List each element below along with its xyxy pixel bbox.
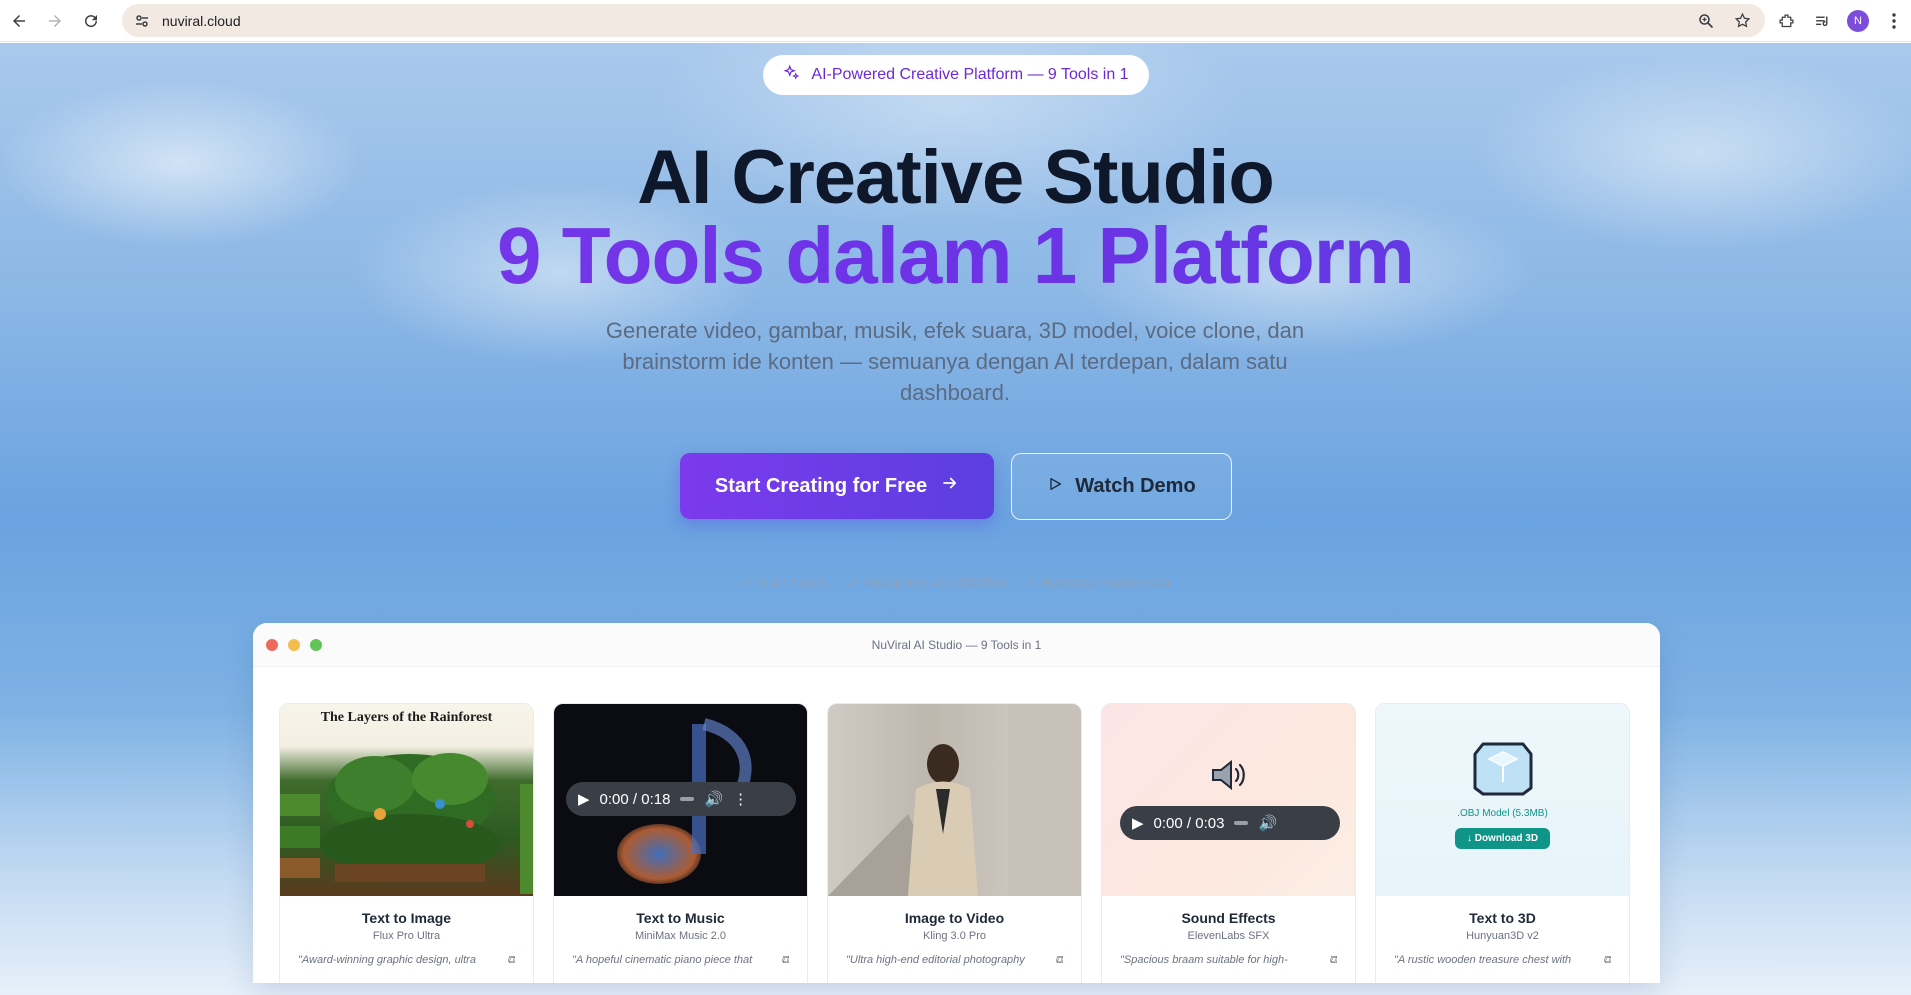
tool-cards: The Layers of the Rainforest Text to Ima… — [279, 703, 1630, 983]
studio-window: NuViral AI Studio — 9 Tools in 1 The Lay… — [253, 623, 1660, 983]
sfx-thumbnail: ▶ 0:00 / 0:03 🔊 — [1102, 704, 1355, 896]
copy-icon[interactable]: ⧉ — [1055, 954, 1063, 967]
audio-time: 0:00 / 0:18 — [599, 790, 671, 808]
watch-demo-button[interactable]: Watch Demo — [1011, 453, 1232, 520]
reload-button[interactable] — [74, 4, 108, 38]
3d-thumbnail: .OBJ Model (5.3MB) ↓ Download 3D — [1376, 704, 1629, 896]
tool-card-text-to-3d[interactable]: .OBJ Model (5.3MB) ↓ Download 3D Text to… — [1375, 703, 1630, 983]
download-3d-button[interactable]: ↓ Download 3D — [1454, 828, 1551, 849]
card-title: Text to 3D — [1469, 910, 1536, 926]
extensions-icon[interactable] — [1775, 10, 1797, 32]
card-model: Flux Pro Ultra — [372, 930, 441, 942]
address-bar[interactable]: nuviral.cloud — [122, 4, 1765, 37]
volume-icon[interactable]: 🔊 — [1258, 814, 1277, 832]
watch-demo-label: Watch Demo — [1075, 475, 1196, 497]
media-control-icon[interactable] — [1811, 10, 1833, 32]
3d-file-label: .OBJ Model (5.3MB) — [1457, 808, 1548, 819]
cube-icon — [1473, 740, 1533, 801]
audio-time: 0:00 / 0:03 — [1153, 814, 1225, 832]
url-text[interactable]: nuviral.cloud — [162, 13, 241, 29]
card-prompt: "Spacious braam suitable for high- ⧉ — [1120, 954, 1337, 967]
menu-kebab-icon[interactable] — [1883, 10, 1905, 32]
card-prompt-text: "Award-winning graphic design, ultra — [298, 954, 476, 966]
start-creating-button[interactable]: Start Creating for Free — [680, 453, 994, 519]
card-prompt-text: "Ultra high-end editorial photography — [846, 954, 1025, 966]
badge-text: AI-Powered Creative Platform — 9 Tools i… — [811, 66, 1129, 83]
back-button[interactable] — [2, 4, 36, 38]
bookmark-star-icon[interactable] — [1731, 10, 1753, 32]
card-model: Hunyuan3D v2 — [1466, 930, 1539, 942]
card-prompt: "A hopeful cinematic piano piece that ⧉ — [572, 954, 789, 967]
window-maximize-dot — [310, 639, 322, 651]
music-thumbnail: ▶ 0:00 / 0:18 🔊 ⋮ — [554, 704, 807, 896]
audio-play-icon[interactable]: ▶ — [1132, 814, 1144, 832]
video-thumbnail — [828, 704, 1081, 896]
play-icon — [1047, 475, 1063, 498]
arrow-right-icon — [941, 474, 959, 498]
card-model: ElevenLabs SFX — [1187, 930, 1270, 942]
check-item: ✓ 9 AI Tools — [740, 575, 828, 592]
copy-icon[interactable]: ⧉ — [1329, 954, 1337, 967]
volume-icon[interactable]: 🔊 — [704, 790, 723, 808]
rainforest-thumbnail: The Layers of the Rainforest — [280, 704, 533, 896]
audio-progress[interactable] — [1234, 821, 1249, 825]
audio-play-icon[interactable]: ▶ — [578, 790, 590, 808]
audio-more-icon[interactable]: ⋮ — [733, 790, 748, 808]
hero-title-accent: 9 Tools dalam 1 Platform — [0, 211, 1911, 301]
sfx-audio-player[interactable]: ▶ 0:00 / 0:03 🔊 — [1120, 806, 1340, 840]
card-prompt-text: "A rustic wooden treasure chest with — [1394, 954, 1572, 966]
forward-button[interactable] — [38, 4, 72, 38]
copy-icon[interactable]: ⧉ — [507, 954, 515, 967]
platform-badge: AI-Powered Creative Platform — 9 Tools i… — [763, 55, 1149, 95]
window-close-dot — [266, 639, 278, 651]
card-title: Text to Music — [636, 910, 725, 926]
tool-card-image-to-video[interactable]: Image to Video Kling 3.0 Pro "Ultra high… — [827, 703, 1082, 983]
window-minimize-dot — [288, 639, 300, 651]
card-prompt: "A rustic wooden treasure chest with ⧉ — [1394, 954, 1611, 967]
tool-card-text-to-music[interactable]: ▶ 0:00 / 0:18 🔊 ⋮ Text to Music MiniMax … — [553, 703, 808, 983]
model-photo-illustration — [828, 704, 1081, 896]
start-creating-label: Start Creating for Free — [714, 474, 928, 497]
tool-card-sound-effects[interactable]: ▶ 0:00 / 0:03 🔊 Sound Effects ElevenLabs… — [1101, 703, 1356, 983]
speaker-icon — [1210, 758, 1250, 797]
card-title: Sound Effects — [1181, 910, 1276, 926]
card-prompt: "Award-winning graphic design, ultra ⧉ — [298, 954, 515, 967]
studio-window-title: NuViral AI Studio — 9 Tools in 1 — [871, 637, 1042, 652]
audio-progress[interactable] — [680, 797, 695, 801]
card-title: Image to Video — [904, 910, 1005, 926]
hero-title: AI Creative Studio — [637, 135, 1275, 220]
card-prompt: "Ultra high-end editorial photography ⧉ — [846, 954, 1063, 967]
card-model: MiniMax Music 2.0 — [634, 930, 727, 942]
hero-section: AI-Powered Creative Platform — 9 Tools i… — [0, 43, 1911, 995]
tool-card-text-to-image[interactable]: The Layers of the Rainforest Text to Ima… — [279, 703, 534, 983]
check-item: ✓ Bahasa Indonesia — [1024, 575, 1171, 592]
sparkles-icon — [783, 63, 801, 87]
music-audio-player[interactable]: ▶ 0:00 / 0:18 🔊 ⋮ — [566, 782, 796, 816]
rainforest-illustration — [280, 753, 533, 894]
copy-icon[interactable]: ⧉ — [781, 954, 789, 967]
hero-subtitle: Generate video, gambar, musik, efek suar… — [605, 318, 1305, 405]
card-prompt-text: "Spacious braam suitable for high- — [1120, 954, 1288, 966]
copy-icon[interactable]: ⧉ — [1603, 954, 1611, 967]
profile-avatar[interactable]: N — [1847, 10, 1869, 32]
check-item: ✓ Mulai Rp 45.000/bln — [845, 575, 1007, 592]
card-model: Kling 3.0 Pro — [923, 930, 986, 942]
card-prompt-text: "A hopeful cinematic piano piece that — [572, 954, 753, 966]
feature-checks: ✓ 9 AI Tools ✓ Mulai Rp 45.000/bln ✓ Bah… — [0, 573, 1911, 593]
zoom-icon[interactable] — [1695, 10, 1717, 32]
card-title: Text to Image — [361, 910, 452, 926]
studio-titlebar: NuViral AI Studio — 9 Tools in 1 — [253, 623, 1660, 667]
site-info-icon[interactable] — [132, 11, 152, 31]
browser-toolbar: nuviral.cloud N — [0, 0, 1911, 42]
